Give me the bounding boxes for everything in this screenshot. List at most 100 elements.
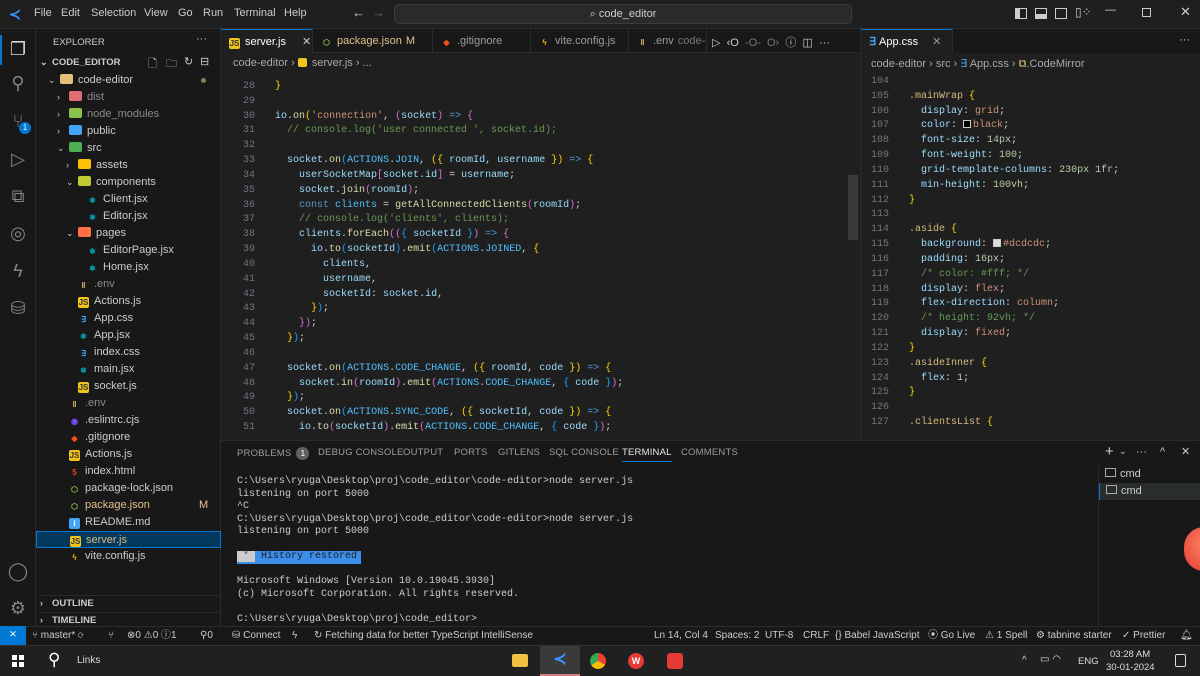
gitlens-status-icon[interactable]: ⑂ — [108, 627, 114, 645]
menu-help[interactable]: Help — [284, 7, 307, 19]
wps-office-icon[interactable]: W — [628, 653, 644, 669]
tree-item[interactable]: JS Actions.js — [36, 446, 221, 463]
color-swatch[interactable] — [993, 239, 1002, 248]
clock-date[interactable]: 30-01-2024 — [1106, 662, 1155, 673]
breadcrumb-item[interactable]: App.css — [970, 58, 1009, 70]
panel-tab-gitlens[interactable]: GITLENS — [498, 447, 540, 458]
split-editor-icon[interactable]: ◫ — [802, 37, 812, 49]
problems-indicator[interactable]: ⊗0 ⚠0 ⓘ1 — [127, 627, 177, 645]
new-terminal-icon[interactable]: + — [1105, 443, 1114, 460]
indentation[interactable]: Spaces: 2 — [715, 627, 759, 645]
tree-item[interactable]: ‖ .env — [36, 276, 221, 293]
terminal-list-item[interactable]: cmd — [1099, 483, 1200, 500]
code-editor-server-js[interactable]: 28} 29 30 io.on('connection', (socket) => {… — [221, 80, 623, 436]
breadcrumb-item[interactable]: .CodeMirror — [1026, 58, 1084, 70]
panel-tab-debug-console[interactable]: DEBUG CONSOLE — [318, 447, 403, 458]
extensions-icon[interactable]: ⧉ — [6, 184, 30, 208]
tree-item[interactable]: ⚛ EditorPage.jsx — [36, 242, 221, 259]
tree-item[interactable]: › dist — [36, 89, 221, 106]
step-back-icon[interactable]: ‹O — [727, 37, 739, 49]
terminal-prompt[interactable]: C:\Users\ryuga\Desktop\proj\code_editor> — [237, 614, 633, 627]
back-arrow-icon[interactable]: ← — [352, 5, 365, 20]
clock-time[interactable]: 03:28 AM — [1110, 649, 1150, 660]
chevron-down-icon[interactable]: ⌄ — [1119, 446, 1127, 457]
tree-item[interactable]: ‖ .env — [36, 395, 221, 412]
tab-server-js[interactable]: JS server.js ✕ — [221, 29, 313, 53]
explorer-icon[interactable]: ❐ — [6, 37, 30, 61]
customize-layout-icon[interactable]: ▯⁘ — [1075, 5, 1092, 19]
run-icon[interactable]: ▷ — [712, 37, 720, 49]
color-swatch[interactable] — [963, 120, 972, 129]
chrome-icon[interactable] — [590, 653, 606, 669]
tree-item[interactable]: ∃ App.css — [36, 310, 221, 327]
close-tab-icon[interactable]: ✕ — [302, 36, 311, 48]
maximize-panel-icon[interactable]: ^ — [1160, 446, 1165, 458]
search-icon[interactable]: ⚲ — [6, 71, 30, 95]
tree-item[interactable]: ◉ .eslintrc.cjs — [36, 412, 221, 429]
language-mode[interactable]: {} Babel JavaScript — [835, 627, 920, 645]
taskbar-search-icon[interactable]: ⚲ — [48, 650, 60, 670]
panel-tab-sql-console[interactable]: SQL CONSOLE — [549, 447, 619, 458]
breadcrumb-item[interactable]: src — [936, 58, 951, 70]
toggle-secondary-sidebar-icon[interactable] — [1055, 8, 1067, 19]
tree-item[interactable]: ⚛ main.jsx — [36, 361, 221, 378]
tree-item[interactable]: ⌄ src — [36, 140, 221, 157]
tree-item[interactable]: JS Actions.js — [36, 293, 221, 310]
circle-icon[interactable]: -O- — [745, 37, 761, 49]
database-icon[interactable]: ⛁ — [6, 296, 30, 320]
panel-tab-ports[interactable]: PORTS — [454, 447, 488, 458]
gitlens-icon[interactable]: ◎ — [6, 221, 30, 245]
tree-item[interactable]: ϟ vite.config.js — [36, 548, 221, 565]
tree-item[interactable]: ⚛ Client.jsx — [36, 191, 221, 208]
ports-indicator[interactable]: ⚲0 — [200, 627, 213, 645]
lightning-icon[interactable]: ϟ — [6, 259, 30, 283]
vscode-taskbar-icon[interactable]: ≺ — [540, 646, 580, 676]
terminal-output[interactable]: C:\Users\ryuga\Desktop\proj\code_editor\… — [237, 476, 633, 626]
tree-item[interactable]: › assets — [36, 157, 221, 174]
tree-item[interactable]: ◆ .gitignore — [36, 429, 221, 446]
tree-item[interactable]: ⌄ pages — [36, 225, 221, 242]
panel-tab-output[interactable]: OUTPUT — [403, 447, 443, 458]
refresh-icon[interactable]: ↻ — [184, 55, 193, 68]
breadcrumb-item[interactable]: code-editor — [871, 58, 926, 70]
toggle-sidebar-icon[interactable] — [1015, 8, 1027, 19]
terminal-list-item[interactable]: cmd — [1099, 466, 1200, 483]
tab-gitignore[interactable]: ◆ .gitignore — [433, 29, 531, 53]
notifications-icon[interactable]: 🔔︎ — [1180, 627, 1193, 645]
workspace-root[interactable]: ⌄ CODE_EDITOR — [40, 57, 120, 68]
minimize-button[interactable]: — — [1105, 4, 1116, 16]
menu-view[interactable]: View — [144, 7, 168, 19]
step-forward-icon[interactable]: O› — [767, 37, 779, 49]
tabnine-status[interactable]: ⚙ tabnine starter — [1036, 627, 1112, 645]
command-center-search[interactable]: ⌕ code_editor — [394, 4, 852, 24]
tree-item[interactable]: ⚛ Home.jsx — [36, 259, 221, 276]
go-live-button[interactable]: ⦿ Go Live — [928, 627, 975, 645]
restore-button[interactable] — [1142, 8, 1151, 17]
menu-edit[interactable]: Edit — [61, 7, 80, 19]
network-icon[interactable]: ▭ ◠ — [1040, 654, 1061, 665]
taskbar-search-label[interactable]: Links — [77, 655, 100, 666]
menu-file[interactable]: File — [34, 7, 52, 19]
tree-item[interactable]: i README.md — [36, 514, 221, 531]
close-panel-icon[interactable]: ✕ — [1181, 445, 1190, 458]
run-debug-icon[interactable]: ▷ — [6, 147, 30, 171]
recorder-icon[interactable] — [667, 653, 683, 669]
more-icon[interactable]: ··· — [1136, 446, 1147, 458]
tab-vite-config-js[interactable]: ϟ vite.config.js — [531, 29, 629, 53]
tree-item[interactable]: › public — [36, 123, 221, 140]
tree-item[interactable]: › node_modules — [36, 106, 221, 123]
cursor-position[interactable]: Ln 14, Col 4 — [654, 627, 708, 645]
outline-section[interactable]: › OUTLINE — [40, 595, 221, 609]
file-explorer-icon[interactable] — [512, 654, 528, 667]
menu-run[interactable]: Run — [203, 7, 223, 19]
settings-gear-icon[interactable]: ⚙ — [6, 596, 30, 620]
timeline-icon[interactable]: ⓘ — [785, 37, 796, 49]
explorer-more-icon[interactable]: ··· — [196, 33, 207, 45]
account-icon[interactable]: ◯ — [6, 559, 30, 583]
menu-go[interactable]: Go — [178, 7, 193, 19]
collapse-all-icon[interactable]: ⊟ — [200, 55, 209, 68]
tab-env[interactable]: ‖ .envcode-e — [629, 29, 707, 53]
prettier-status[interactable]: ✓ Prettier — [1122, 627, 1165, 645]
windows-start-icon[interactable] — [12, 655, 24, 667]
tree-item[interactable]: ⬡ package-lock.json — [36, 480, 221, 497]
